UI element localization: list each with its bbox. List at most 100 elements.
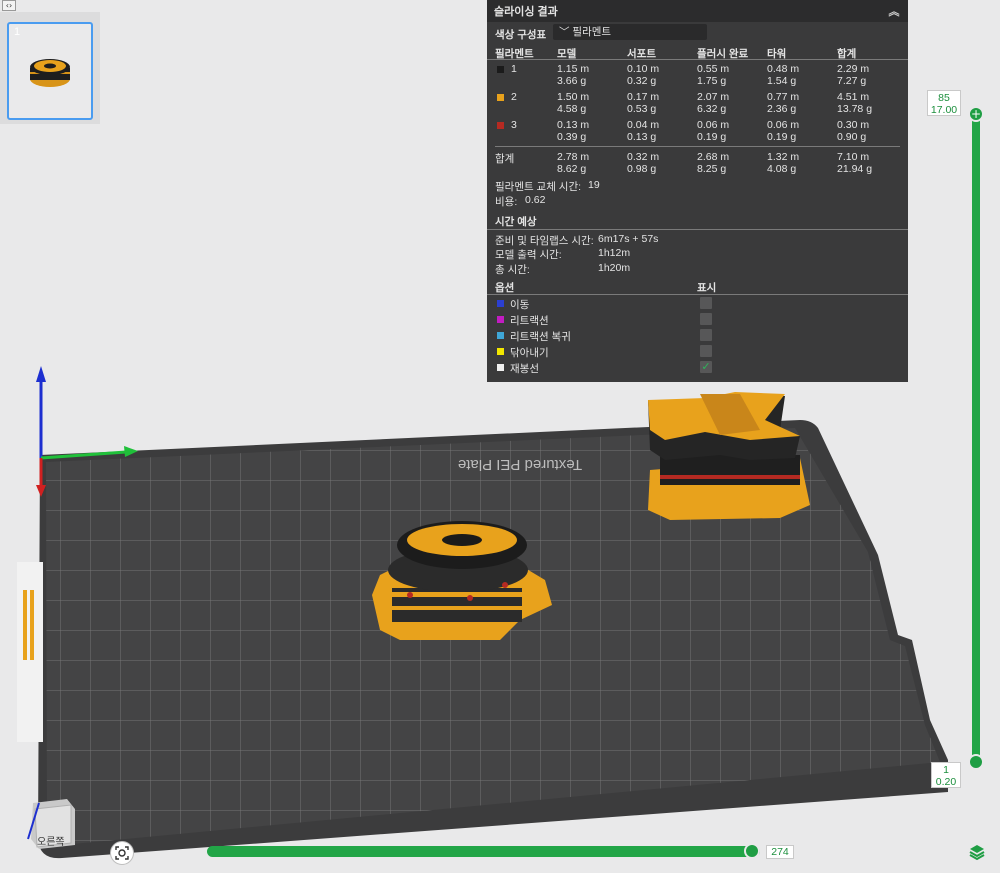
collapse-icon[interactable]: ︽ (887, 3, 901, 19)
sum-tower-weight: 4.08 g (767, 163, 797, 175)
color-scheme-label: 색상 구성표 (495, 29, 547, 41)
move-slider-track[interactable] (207, 846, 760, 857)
bottom-layer-label: 1 0.20 (931, 762, 961, 788)
filament-1-model-weight: 3.66 g (557, 75, 587, 87)
seam-swatch (497, 364, 504, 371)
filament-1-total-length: 2.29 m (837, 63, 870, 75)
filament-2-model-length: 1.50 m (557, 91, 590, 103)
unretraction-swatch (497, 332, 504, 339)
expand-sidebar-button[interactable]: ‹› (2, 0, 16, 11)
top-layer-label: 85 17.00 (927, 90, 961, 116)
retraction-swatch (497, 316, 504, 323)
filament-3-tower-length: 0.06 m (767, 119, 800, 131)
filament-3-model-weight: 0.39 g (557, 131, 587, 143)
filament-1-tower-length: 0.48 m (767, 63, 800, 75)
total-time-label: 총 시간: (495, 264, 530, 276)
filament-change-value: 19 (588, 179, 600, 191)
filament-2-flush-weight: 6.32 g (697, 103, 727, 115)
sum-label: 합계 (495, 153, 515, 165)
travel-swatch (497, 300, 504, 307)
plate-preview-image (30, 59, 70, 87)
sum-model-weight: 8.62 g (557, 163, 587, 175)
cost-value: 0.62 (525, 194, 546, 206)
filament-1-id: 1 (511, 63, 517, 75)
divider (487, 294, 908, 295)
option-label: 이동 (510, 299, 530, 311)
filament-3-tower-weight: 0.19 g (767, 131, 797, 143)
filament-1-flush-weight: 1.75 g (697, 75, 727, 87)
filament-2-support-weight: 0.53 g (627, 103, 657, 115)
chevron-down-icon: ﹀ (559, 26, 570, 38)
sum-model-length: 2.78 m (557, 151, 590, 163)
sum-support-length: 0.32 m (627, 151, 660, 163)
time-section-title: 시간 예상 (495, 216, 537, 228)
total-time-value: 1h20m (598, 262, 631, 274)
option-label: 리트랙션 복귀 (510, 331, 571, 343)
slicing-results-panel: 슬라이싱 결과 ︽ 색상 구성표 ﹀ 필라멘트 필라멘트 모델 서포트 플러시 … (487, 0, 908, 382)
plate-thumbnail-panel: 1 (0, 12, 100, 124)
filament-3-swatch (497, 122, 504, 129)
filament-3-model-length: 0.13 m (557, 119, 590, 131)
option-checkbox-checked[interactable]: ✓ (700, 361, 712, 373)
display-title: 표시 (697, 282, 717, 294)
top-layer-height: 17.00 (930, 104, 958, 116)
view-cube-face-label: 오른쪽 (37, 837, 65, 848)
view-cube[interactable]: 오른쪽 (25, 795, 77, 851)
divider (487, 229, 908, 230)
filament-2-swatch (497, 94, 504, 101)
layer-slider-top-handle[interactable]: + (968, 106, 984, 122)
prep-time-label: 준비 및 타임랩스 시간: (495, 235, 594, 247)
filament-2-tower-weight: 2.36 g (767, 103, 797, 115)
option-label: 리트랙션 (510, 315, 549, 327)
filament-2-id: 2 (511, 91, 517, 103)
model-time-label: 모델 출력 시간: (495, 249, 562, 261)
filament-change-label: 필라멘트 교체 시간: (495, 181, 582, 193)
filament-2-tower-length: 0.77 m (767, 91, 800, 103)
move-slider-handle[interactable] (744, 843, 760, 859)
filament-1-tower-weight: 1.54 g (767, 75, 797, 87)
layers-icon[interactable] (968, 843, 986, 861)
filament-1-flush-length: 0.55 m (697, 63, 730, 75)
plate-thumbnail[interactable]: 1 (7, 22, 93, 120)
filament-3-support-weight: 0.13 g (627, 131, 657, 143)
option-checkbox[interactable] (700, 297, 712, 309)
option-label: 닦아내기 (510, 347, 549, 359)
filament-3-total-weight: 0.90 g (837, 131, 867, 143)
fit-view-button[interactable] (110, 841, 134, 865)
results-title: 슬라이싱 결과 (494, 6, 558, 18)
sum-total-length: 7.10 m (837, 151, 870, 163)
top-layer-number: 85 (938, 92, 950, 104)
filament-2-total-length: 4.51 m (837, 91, 870, 103)
option-checkbox[interactable] (700, 329, 712, 341)
color-scheme-value: 필라멘트 (572, 26, 612, 38)
filament-1-swatch (497, 66, 504, 73)
filament-3-id: 3 (511, 119, 517, 131)
prep-time-value: 6m17s + 57s (598, 233, 659, 245)
wipe-swatch (497, 348, 504, 355)
sum-tower-length: 1.32 m (767, 151, 800, 163)
filament-3-flush-length: 0.06 m (697, 119, 730, 131)
results-header: 슬라이싱 결과 ︽ (487, 0, 908, 22)
layer-slider-bottom-handle[interactable] (968, 754, 984, 770)
model-object-cross[interactable] (648, 392, 810, 520)
options-title: 옵션 (495, 282, 515, 294)
check-icon: ✓ (701, 361, 711, 373)
divider (495, 146, 900, 147)
bottom-layer-number: 1 (943, 764, 949, 776)
filament-2-model-weight: 4.58 g (557, 103, 587, 115)
move-slider-value: 274 (766, 845, 794, 859)
filament-1-total-weight: 7.27 g (837, 75, 867, 87)
sum-flush-weight: 8.25 g (697, 163, 727, 175)
layer-slider-track[interactable] (972, 113, 980, 763)
filament-1-support-weight: 0.32 g (627, 75, 657, 87)
plate-label: Textured PEI Plate (458, 456, 582, 473)
plus-icon: + (970, 107, 982, 121)
divider (487, 59, 908, 60)
option-checkbox[interactable] (700, 345, 712, 357)
filament-3-flush-weight: 0.19 g (697, 131, 727, 143)
color-scheme-select[interactable]: ﹀ 필라멘트 (553, 24, 707, 40)
sum-total-weight: 21.94 g (837, 163, 873, 175)
fit-view-icon (115, 846, 129, 860)
option-checkbox[interactable] (700, 313, 712, 325)
filament-3-total-length: 0.30 m (837, 119, 870, 131)
